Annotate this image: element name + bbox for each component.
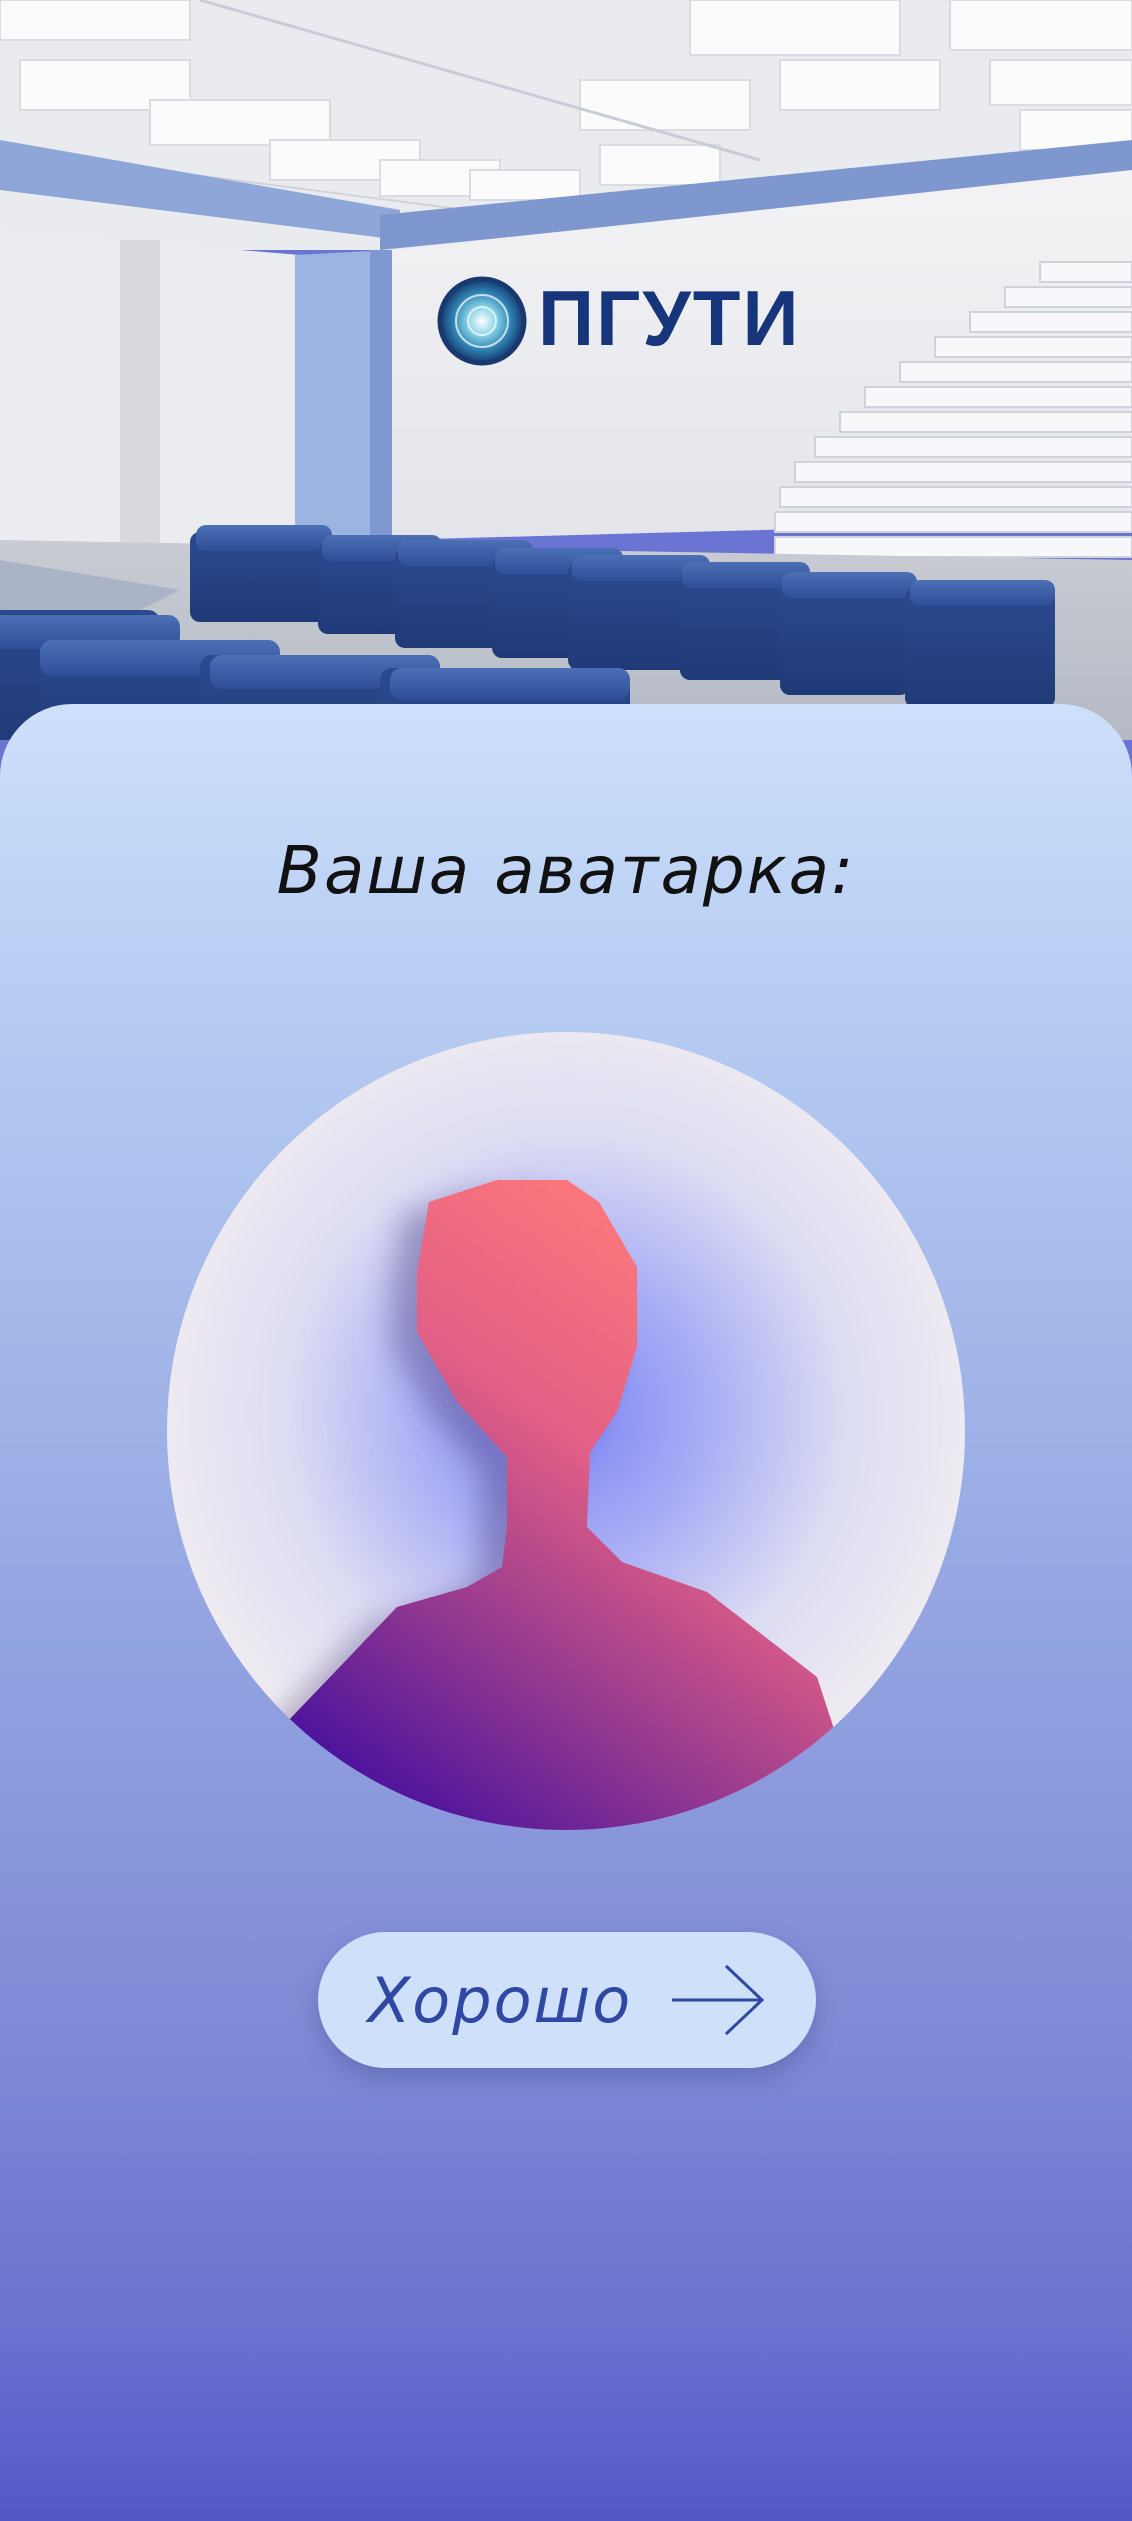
logo-text: ПГУТИ xyxy=(538,274,801,362)
ok-button-label: Хорошо xyxy=(367,1963,633,2037)
ok-button[interactable]: Хорошо xyxy=(318,1932,816,2068)
arrow-right-icon xyxy=(672,1964,765,2036)
avatar xyxy=(167,1032,965,1830)
university-emblem-icon xyxy=(437,276,527,366)
avatar-card: Ваша аватарка: Хорошо xyxy=(0,704,1132,2521)
page-title: Ваша аватарка: xyxy=(276,832,856,909)
hero-photo: ПГУТИ xyxy=(0,0,1132,740)
